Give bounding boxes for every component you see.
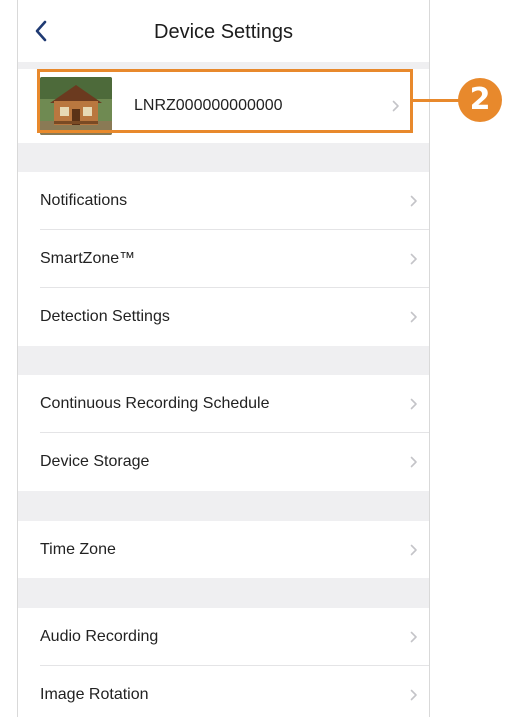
device-name: LNRZ000000000000 [134, 97, 283, 114]
menu-item-label: Notifications [40, 191, 128, 209]
chevron-right-icon [399, 456, 429, 468]
menu-item-label: Time Zone [40, 540, 116, 558]
section-separator [18, 346, 429, 375]
menu-item-label: Image Rotation [40, 685, 149, 703]
chevron-right-icon [399, 398, 429, 410]
chevron-right-icon [399, 689, 429, 701]
chevron-right-icon [399, 544, 429, 556]
menu-item-audio-recording[interactable]: Audio Recording [18, 608, 429, 665]
menu-item-device-storage[interactable]: Device Storage [18, 433, 429, 491]
section-separator [18, 491, 429, 521]
menu-item-label: Continuous Recording Schedule [40, 394, 270, 412]
device-thumbnail [40, 77, 112, 135]
chevron-right-icon [399, 631, 429, 643]
chevron-right-icon [399, 195, 429, 207]
menu-item-notifications[interactable]: Notifications [18, 172, 429, 229]
menu-item-smartzone[interactable]: SmartZone™ [18, 230, 429, 287]
menu-item-label: SmartZone™ [40, 249, 136, 267]
menu-item-image-rotation[interactable]: Image Rotation [18, 666, 429, 717]
chevron-right-icon [381, 69, 411, 143]
section-separator [18, 578, 429, 608]
menu-item-time-zone[interactable]: Time Zone [18, 521, 429, 578]
callout-connector-line [413, 99, 463, 102]
device-row[interactable]: LNRZ000000000000 [18, 69, 429, 143]
menu-item-detection-settings[interactable]: Detection Settings [18, 288, 429, 346]
section-separator [18, 143, 429, 172]
device-settings-screen: Device Settings LNRZ000000000000 Notific… [17, 0, 430, 717]
menu-item-label: Detection Settings [40, 308, 170, 325]
page-title: Device Settings [154, 21, 293, 43]
chevron-right-icon [399, 311, 429, 323]
menu-item-continuous-recording-schedule[interactable]: Continuous Recording Schedule [18, 375, 429, 432]
section-separator [18, 62, 429, 69]
menu-item-label: Audio Recording [40, 627, 159, 645]
callout-number-badge: 2 [458, 78, 502, 122]
menu-item-label: Device Storage [40, 453, 150, 470]
header: Device Settings [18, 0, 429, 62]
chevron-right-icon [399, 253, 429, 265]
